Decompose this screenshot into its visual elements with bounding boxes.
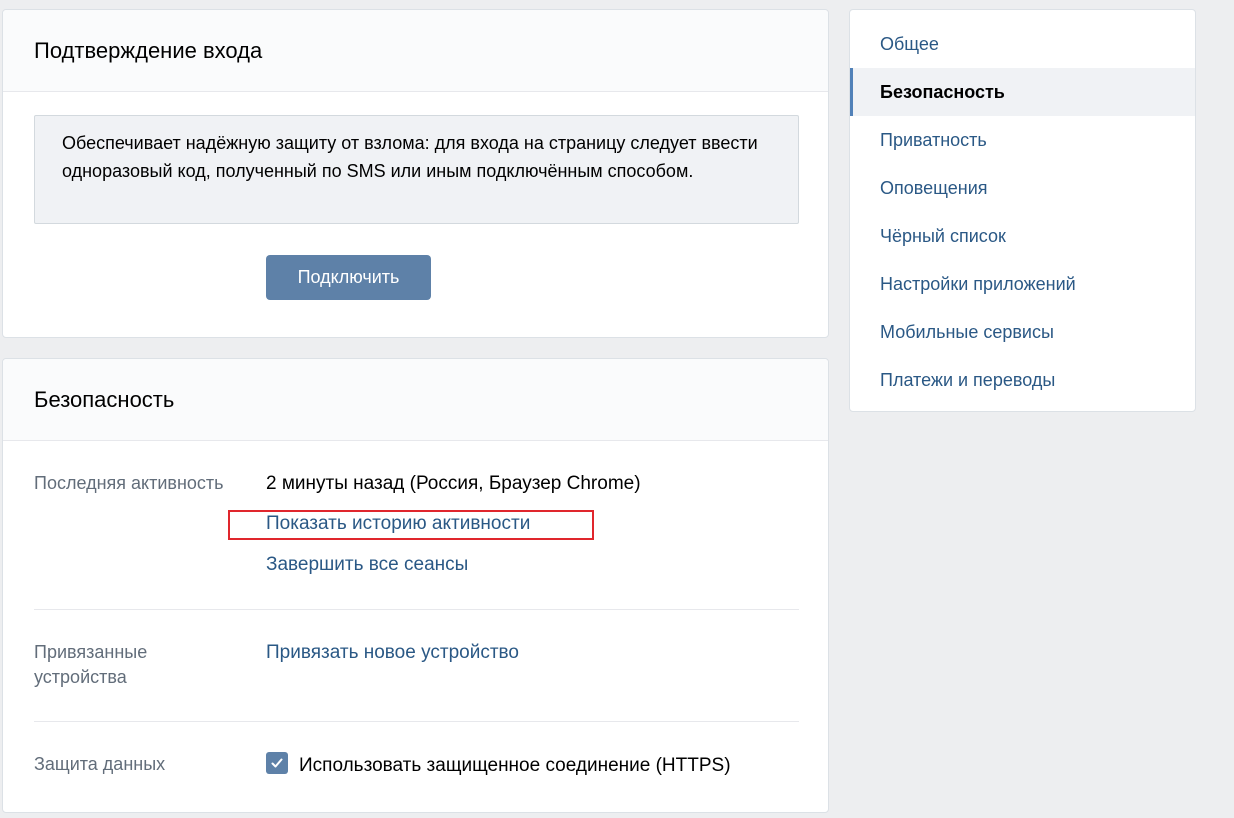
end-all-sessions-link[interactable]: Завершить все сеансы <box>266 552 468 577</box>
security-card: Безопасность Последняя активность 2 мину… <box>2 358 829 813</box>
login-confirmation-title: Подтверждение входа <box>3 10 828 92</box>
divider <box>34 609 799 610</box>
last-activity-value: 2 минуты назад (Россия, Браузер Chrome) <box>266 473 641 494</box>
sidebar-item-general[interactable]: Общее <box>850 20 1195 68</box>
sidebar-item-app-settings[interactable]: Настройки приложений <box>850 260 1195 308</box>
data-protection-label: Защита данных <box>34 754 166 774</box>
last-activity-label: Последняя активность <box>34 473 224 493</box>
link-new-device-link[interactable]: Привязать новое устройство <box>266 640 519 665</box>
sidebar-item-security[interactable]: Безопасность <box>850 68 1195 116</box>
show-activity-history-link[interactable]: Показать историю активности <box>266 511 530 536</box>
settings-sidebar: Общее Безопасность Приватность Оповещени… <box>849 9 1196 412</box>
security-title: Безопасность <box>3 359 828 441</box>
sidebar-item-payments[interactable]: Платежи и переводы <box>850 356 1195 404</box>
sidebar-item-mobile-services[interactable]: Мобильные сервисы <box>850 308 1195 356</box>
sidebar-item-notifications[interactable]: Оповещения <box>850 164 1195 212</box>
sidebar-item-privacy[interactable]: Приватность <box>850 116 1195 164</box>
login-confirmation-card: Подтверждение входа Обеспечивает надёжну… <box>2 9 829 338</box>
divider <box>34 721 799 722</box>
https-checkbox[interactable] <box>266 752 288 774</box>
linked-devices-label: Привязанные устройства <box>34 642 148 687</box>
sidebar-item-blacklist[interactable]: Чёрный список <box>850 212 1195 260</box>
connect-button[interactable]: Подключить <box>266 255 431 300</box>
login-confirmation-description: Обеспечивает надёжную защиту от взлома: … <box>34 115 799 224</box>
checkmark-icon <box>271 758 283 768</box>
https-checkbox-label[interactable]: Использовать защищенное соединение (HTTP… <box>299 753 731 778</box>
